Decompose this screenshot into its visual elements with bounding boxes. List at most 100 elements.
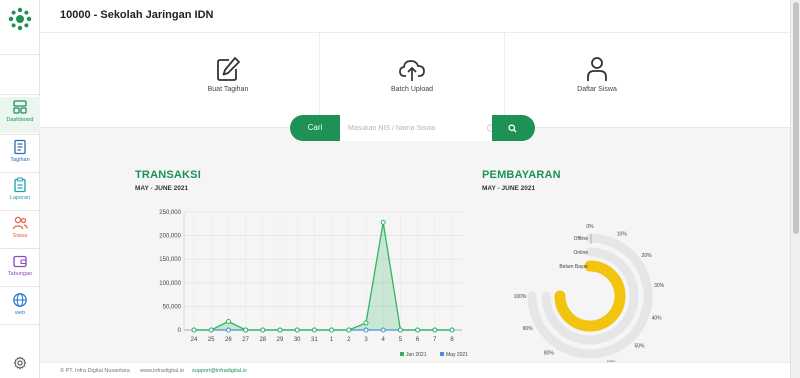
scale-label: 40% xyxy=(652,316,663,322)
scale-label: 50% xyxy=(634,343,645,349)
sidebar-divider xyxy=(0,54,40,55)
scale-label: 90% xyxy=(523,326,534,332)
pembayaran-title: PEMBAYARAN xyxy=(482,169,561,181)
users-icon xyxy=(12,216,28,230)
data-point xyxy=(191,327,197,333)
series-area xyxy=(194,222,452,330)
student-search: Cari i xyxy=(290,115,535,141)
x-tick-label: 3 xyxy=(364,337,368,343)
scale-label: 100% xyxy=(514,294,527,300)
series-label: Online xyxy=(574,250,589,256)
ring-value xyxy=(554,260,626,332)
data-point xyxy=(380,219,386,225)
data-point xyxy=(208,327,214,333)
x-tick-label: 8 xyxy=(450,337,454,343)
action-label: Daftar Siswa xyxy=(577,86,617,93)
footer-company: © PT. Infra Digital Nusantara xyxy=(60,368,130,374)
y-tick-label: 250,000 xyxy=(159,210,181,216)
data-point xyxy=(432,327,438,333)
sidebar-divider xyxy=(0,324,40,325)
y-tick-label: 150,000 xyxy=(159,257,181,263)
gear-icon[interactable] xyxy=(13,356,27,370)
data-point xyxy=(415,327,421,333)
legend-swatch xyxy=(440,352,444,356)
data-point xyxy=(260,327,266,333)
data-point xyxy=(294,327,300,333)
sidebar-item-siswa[interactable]: Siswa xyxy=(0,213,40,249)
transactions-chart: 050,000100,000150,000200,000250,00024 25 2… xyxy=(159,210,468,358)
x-tick-label: 25 xyxy=(208,337,215,343)
scale-label: 10% xyxy=(617,232,628,238)
edit-icon xyxy=(217,57,240,81)
globe-icon xyxy=(13,293,27,307)
footer-email-link[interactable]: support@infradigital.io xyxy=(192,368,247,374)
y-tick-label: 200,000 xyxy=(159,234,181,240)
invoice-icon xyxy=(14,139,26,155)
search-icon xyxy=(508,124,517,133)
transaksi-subtitle: MAY - JUNE 2021 xyxy=(135,185,189,192)
y-tick-label: 50,000 xyxy=(163,304,182,310)
footer-website-link[interactable]: www.infradigital.io xyxy=(140,368,184,374)
sidebar-item-web[interactable]: web xyxy=(0,290,40,326)
x-tick-label: 31 xyxy=(311,337,318,343)
x-tick-label: 5 xyxy=(399,337,403,343)
sidebar-divider xyxy=(0,286,40,287)
x-tick-label: 4 xyxy=(382,337,386,343)
sidebar: Dashboard Tagihan Laporan Siswa Tabungan… xyxy=(0,0,40,378)
pembayaran-subtitle: MAY - JUNE 2021 xyxy=(482,185,536,192)
dashboard-icon xyxy=(13,100,27,114)
x-tick-label: 2 xyxy=(347,337,351,343)
clipboard-icon xyxy=(14,177,26,193)
create-invoice-button[interactable]: Buat Tagihan xyxy=(153,33,303,129)
x-tick-label: 29 xyxy=(277,337,284,343)
data-point xyxy=(329,327,335,333)
scrollbar-thumb[interactable] xyxy=(793,2,799,234)
y-tick-label: 100,000 xyxy=(159,281,181,287)
sidebar-item-label: web xyxy=(14,310,26,316)
search-input[interactable] xyxy=(340,115,492,141)
search-button[interactable] xyxy=(492,115,535,141)
sidebar-divider xyxy=(0,172,40,173)
data-point xyxy=(363,320,369,326)
search-submit-label-button[interactable]: Cari xyxy=(290,115,340,141)
sidebar-item-label: Siswa xyxy=(12,233,28,239)
data-point xyxy=(346,327,352,333)
x-tick-label: 27 xyxy=(242,337,249,343)
sidebar-divider xyxy=(0,94,40,95)
y-tick-label: 0 xyxy=(178,328,182,334)
x-tick-label: 7 xyxy=(433,337,437,343)
scale-label: 80% xyxy=(544,351,555,357)
data-point xyxy=(277,327,283,333)
series-label: Offline xyxy=(574,236,589,242)
sidebar-divider xyxy=(0,134,40,135)
scrollbar[interactable] xyxy=(790,0,800,378)
app-logo[interactable] xyxy=(8,7,32,31)
x-tick-label: 1 xyxy=(330,337,334,343)
wallet-icon xyxy=(13,255,27,268)
sidebar-item-label: Laporan xyxy=(9,195,31,201)
data-point xyxy=(397,327,403,333)
sidebar-item-dashboard[interactable]: Dashboard xyxy=(0,97,40,133)
sidebar-item-tabungan[interactable]: Tabungan xyxy=(0,251,40,287)
sidebar-item-laporan[interactable]: Laporan xyxy=(0,175,40,211)
top-header: 10000 - Sekolah Jaringan IDN xyxy=(40,0,790,32)
x-tick-label: 28 xyxy=(259,337,266,343)
series-line xyxy=(194,222,452,331)
footer: © PT. Infra Digital Nusantara www.infrad… xyxy=(40,362,790,378)
sidebar-item-tagihan[interactable]: Tagihan xyxy=(0,137,40,173)
sidebar-item-label: Tabungan xyxy=(7,271,33,277)
sidebar-divider xyxy=(0,248,40,249)
user-icon xyxy=(587,57,607,81)
scale-label: 0% xyxy=(586,224,594,230)
cloud-upload-icon xyxy=(399,60,425,81)
transaksi-title: TRANSAKSI xyxy=(135,169,201,181)
data-point xyxy=(225,319,231,325)
x-tick-label: 6 xyxy=(416,337,420,343)
sidebar-item-label: Dashboard xyxy=(6,117,34,123)
x-tick-label: 24 xyxy=(191,337,198,343)
series-label: Belum Bayar xyxy=(559,264,588,270)
legend-label: Jun 2021 xyxy=(406,352,427,358)
sidebar-item-label: Tagihan xyxy=(10,157,30,163)
student-list-button[interactable]: Daftar Siswa xyxy=(522,33,672,129)
data-point xyxy=(243,327,249,333)
